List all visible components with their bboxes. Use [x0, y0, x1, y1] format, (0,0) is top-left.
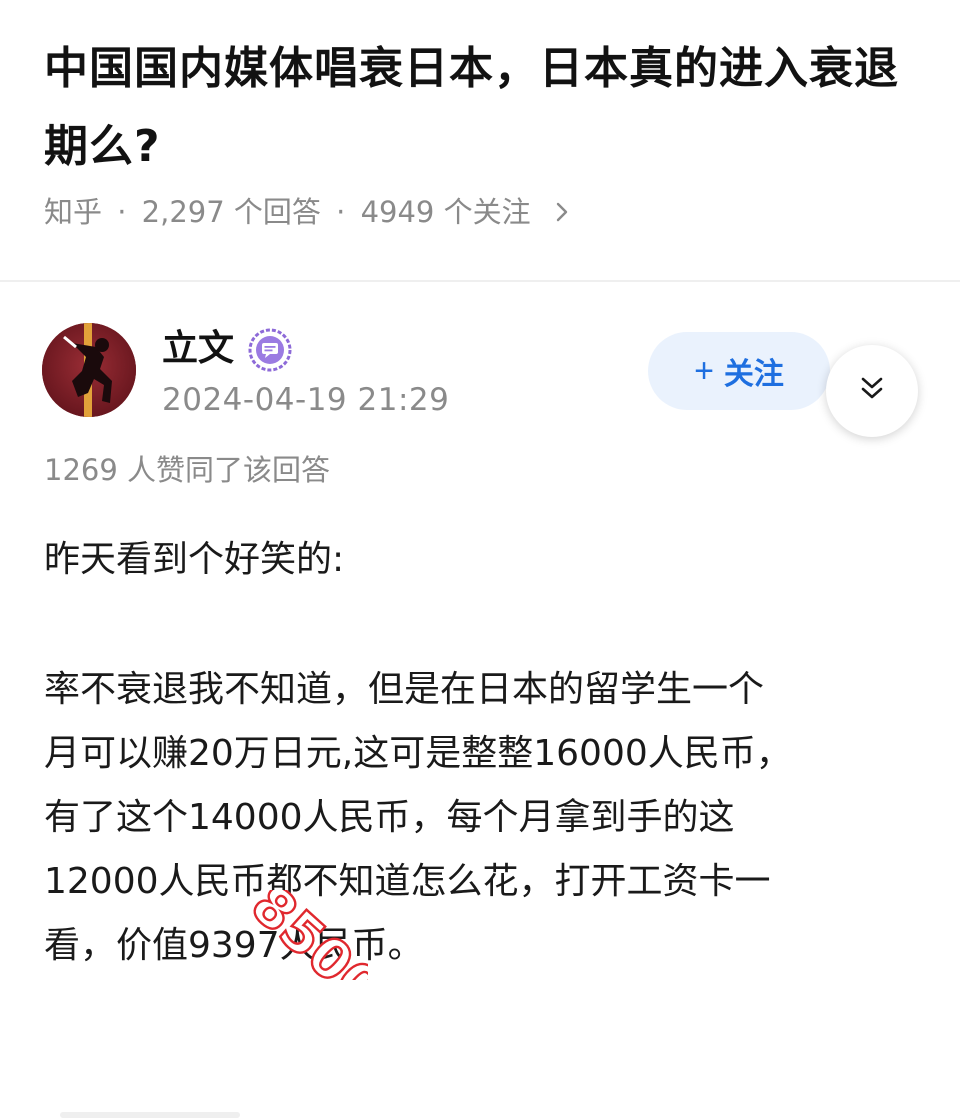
answer-count: 2,297 个回答 [141, 195, 321, 229]
upvote-count: 1269 人赞同了该回答 [44, 453, 331, 487]
answer-paragraph: 率不衰退我不知道，但是在日本的留学生一个 月可以赚20万日元,这可是整整1600… [44, 658, 934, 978]
stamp-text: 8500 [239, 890, 368, 980]
author-name[interactable]: 立文 [162, 325, 234, 373]
answer-body: 昨天看到个好笑的: 率不衰退我不知道，但是在日本的留学生一个 月可以赚20万日元… [44, 528, 934, 978]
avatar[interactable] [42, 323, 136, 417]
meta-separator: · [336, 195, 346, 229]
creator-chat-badge-icon [248, 328, 292, 372]
source-label: 知乎 [44, 195, 103, 229]
answer-paragraph: 昨天看到个好笑的: [44, 539, 345, 580]
follower-count: 4949 个关注 [360, 195, 531, 229]
answer-line: 月可以赚20万日元,这可是整整16000人民币， [44, 733, 792, 774]
handwritten-stamp: 8500 [238, 890, 368, 980]
meta-separator: · [117, 195, 127, 229]
follow-label: 关注 [723, 358, 784, 391]
chevron-right-icon [554, 191, 570, 235]
collapse-button[interactable] [826, 345, 918, 437]
answer-line: 12000人民币都不知道怎么花，打开工资卡一 [44, 861, 771, 902]
double-chevron-down-icon [857, 374, 887, 408]
answer-line: 率不衰退我不知道，但是在日本的留学生一个 [44, 669, 765, 710]
post-time: 2024-04-19 21:29 [162, 382, 450, 418]
plus-icon: + [694, 352, 714, 390]
question-meta[interactable]: 知乎 · 2,297 个回答 · 4949 个关注 [44, 190, 570, 235]
follow-button[interactable]: + 关注 [648, 332, 830, 410]
section-divider [0, 280, 960, 282]
question-title[interactable]: 中国国内媒体唱衰日本，日本真的进入衰退期么? [44, 30, 934, 186]
answer-line: 看，价值9397人民币。 [44, 925, 424, 966]
zhihu-answer-page: 中国国内媒体唱衰日本，日本真的进入衰退期么? 知乎 · 2,297 个回答 · … [0, 0, 960, 1120]
answer-line: 有了这个14000人民币，每个月拿到手的这 [44, 797, 735, 838]
bottom-divider [60, 1112, 240, 1118]
